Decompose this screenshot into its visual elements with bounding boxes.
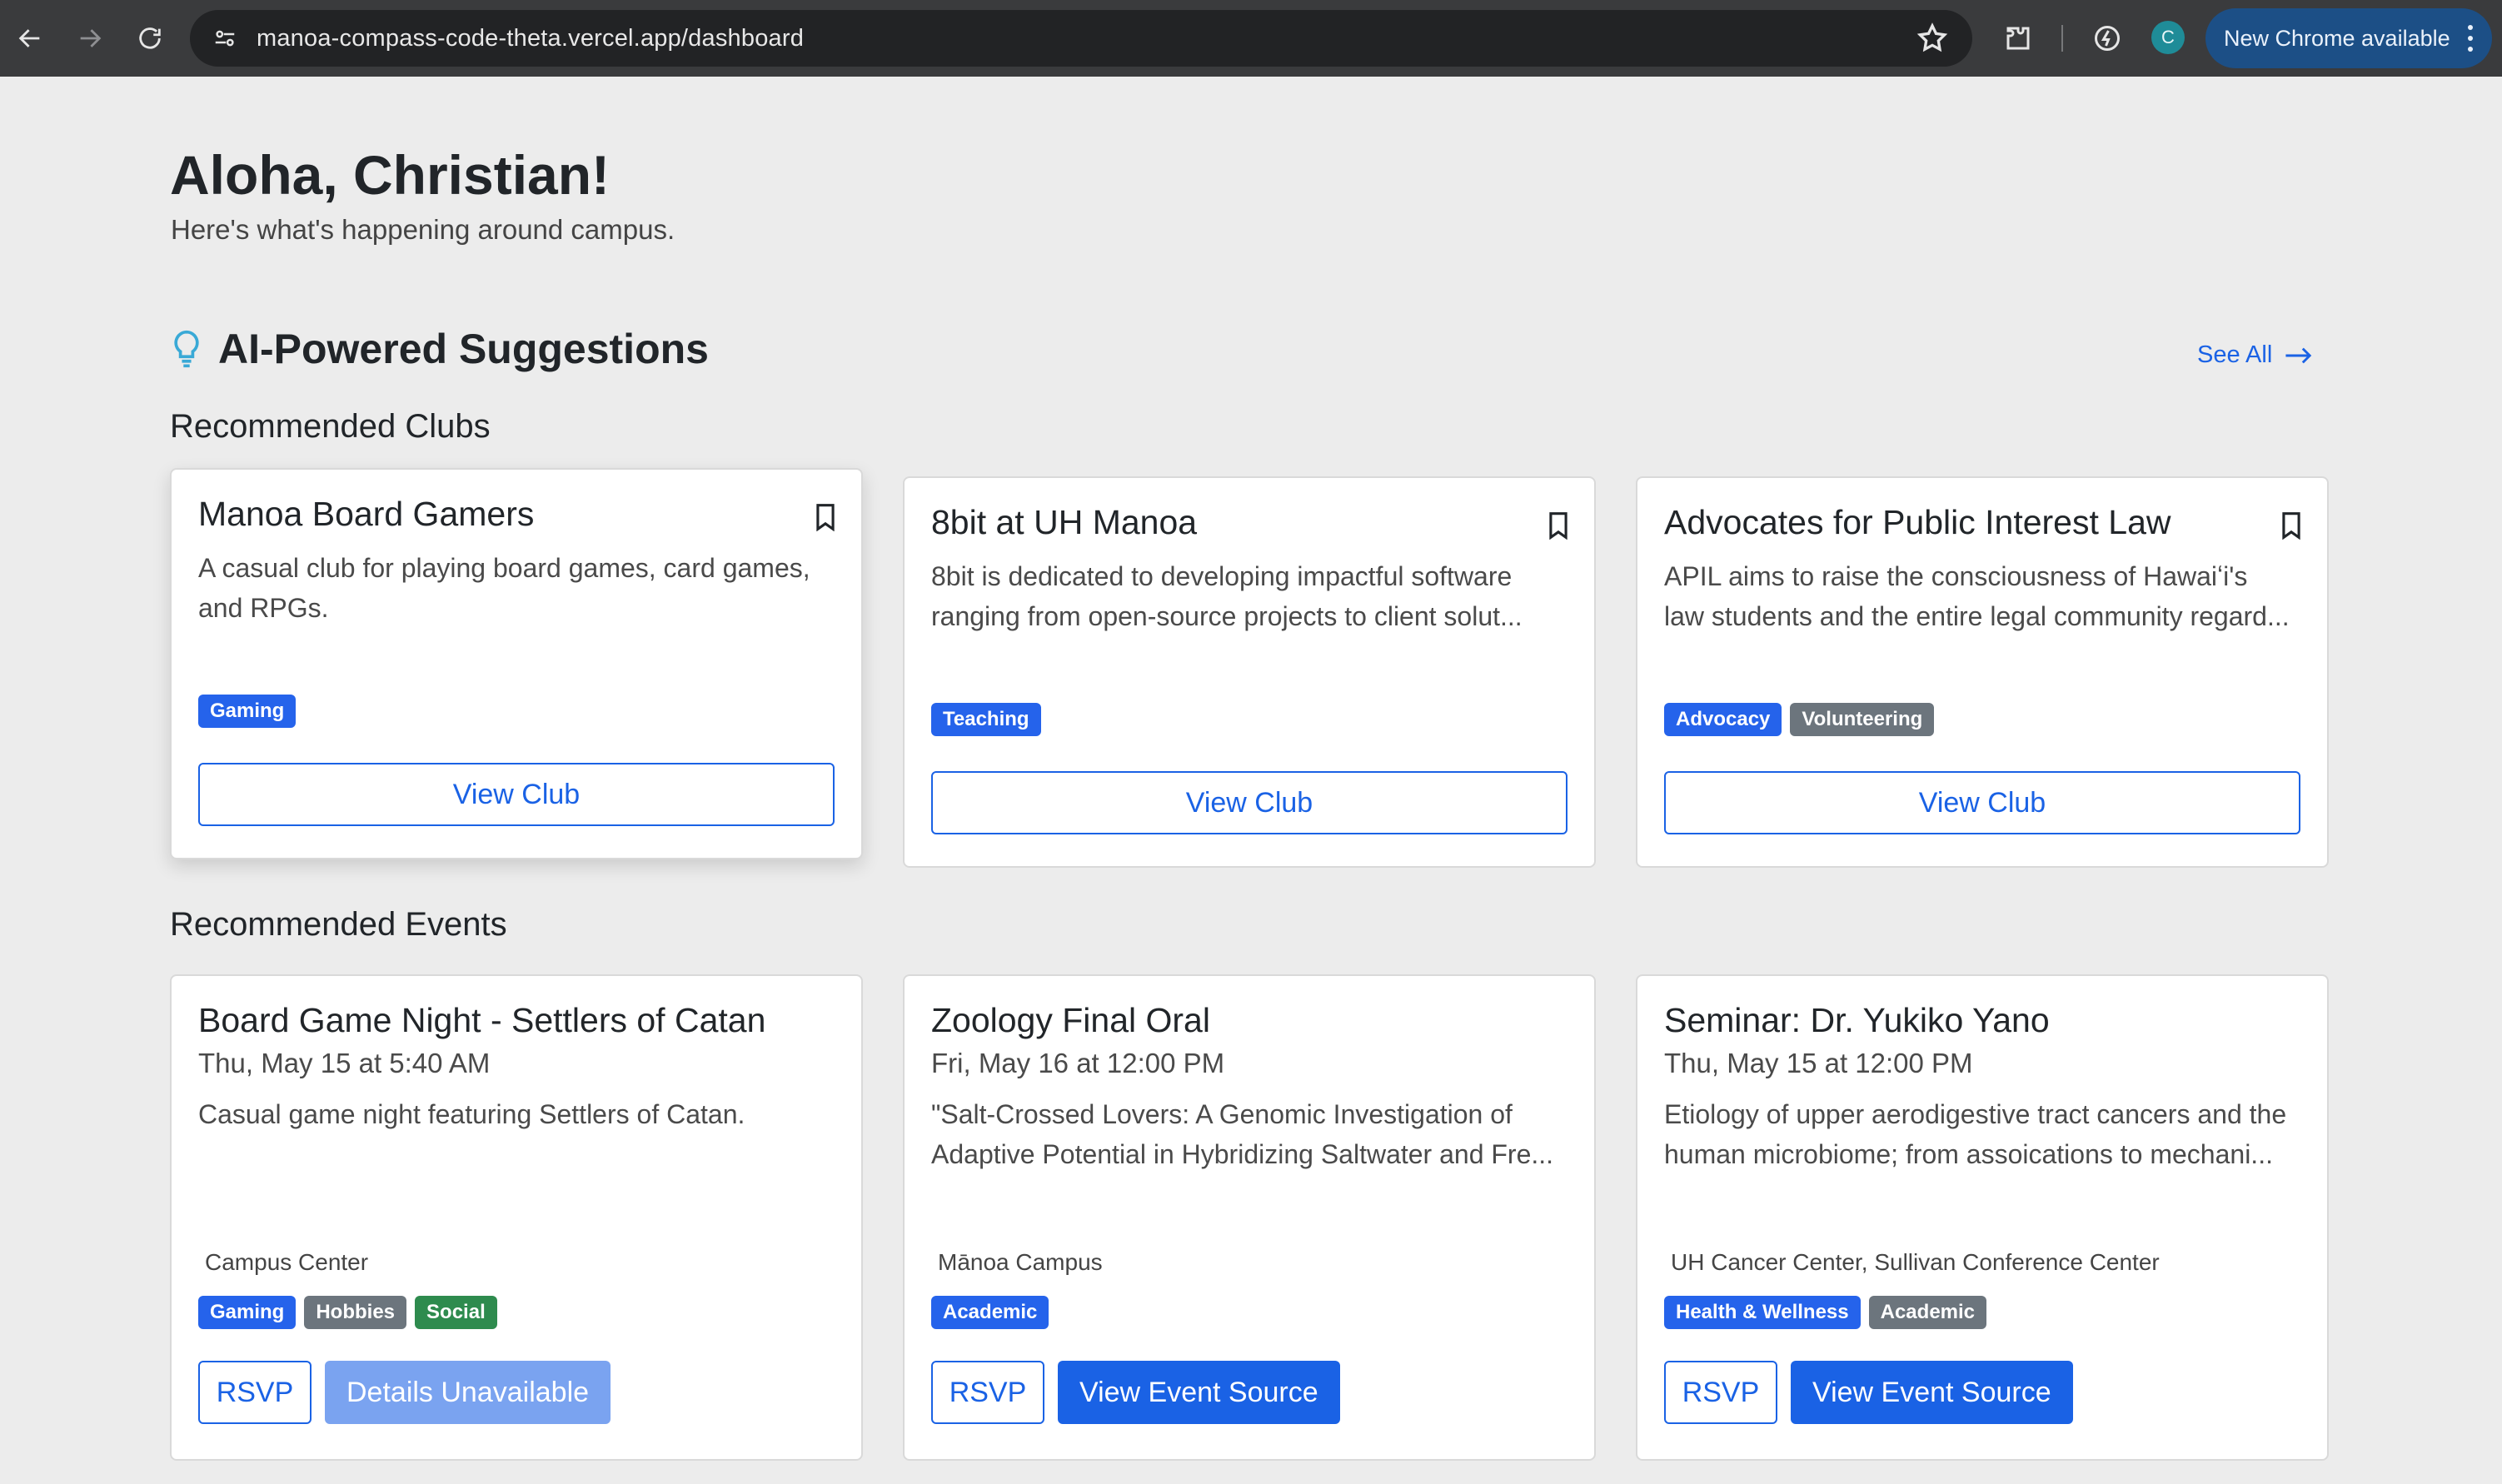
event-tags: Academic <box>931 1296 1049 1329</box>
browser-toolbar: manoa-compass-code-theta.vercel.app/dash… <box>0 0 2502 77</box>
view-event-source-button[interactable]: View Event Source <box>1791 1361 2073 1424</box>
reload-icon <box>139 27 161 49</box>
view-event-source-button[interactable]: View Event Source <box>1058 1361 1340 1424</box>
view-club-button[interactable]: View Club <box>198 763 835 826</box>
club-name: Advocates for Public Interest Law <box>1664 503 2171 541</box>
event-location: Mānoa Campus <box>938 1249 1103 1275</box>
club-description: A casual club for playing board games, c… <box>198 553 810 623</box>
event-actions: RSVP Details Unavailable <box>198 1361 611 1424</box>
page-title: Aloha, Christian! <box>170 144 611 206</box>
details-unavailable-button[interactable]: Details Unavailable <box>325 1361 611 1424</box>
event-actions: RSVP View Event Source <box>931 1361 1340 1424</box>
tag-badge: Gaming <box>198 695 297 728</box>
rsvp-button[interactable]: RSVP <box>198 1361 312 1424</box>
back-button[interactable] <box>0 0 60 77</box>
tag-badge: Teaching <box>931 703 1041 736</box>
club-tags: Teaching <box>931 703 1041 736</box>
event-actions: RSVP View Event Source <box>1664 1361 2073 1424</box>
view-club-button[interactable]: View Club <box>931 771 1567 834</box>
tag-badge: Academic <box>931 1296 1049 1329</box>
event-date: Thu, May 15 at 12:00 PM <box>1664 1048 1973 1078</box>
event-date: Fri, May 16 at 12:00 PM <box>931 1048 1225 1078</box>
club-card: 8bit at UH Manoa 8bit is dedicated to de… <box>903 476 1596 868</box>
rsvp-button[interactable]: RSVP <box>1664 1361 1777 1424</box>
event-location: UH Cancer Center, Sullivan Conference Ce… <box>1671 1249 2160 1275</box>
event-date: Thu, May 15 at 5:40 AM <box>198 1048 491 1078</box>
club-description: APIL aims to raise the consciousness of … <box>1664 561 2290 631</box>
bookmark-icon[interactable] <box>2280 511 2302 540</box>
event-description: Casual game night featuring Settlers of … <box>198 1099 745 1129</box>
club-card: Manoa Board Gamers A casual club for pla… <box>170 468 863 859</box>
recommended-clubs-heading: Recommended Clubs <box>170 408 491 445</box>
bookmark-icon[interactable] <box>815 503 836 531</box>
recommended-events-heading: Recommended Events <box>170 906 507 943</box>
url-text[interactable]: manoa-compass-code-theta.vercel.app/dash… <box>257 25 804 52</box>
suggestions-header: AI-Powered Suggestions <box>170 325 709 373</box>
event-card: Zoology Final Oral Fri, May 16 at 12:00 … <box>903 974 1596 1461</box>
bookmark-icon[interactable] <box>1548 511 1569 540</box>
lightbulb-icon <box>174 330 199 368</box>
event-tags: Health & Wellness Academic <box>1664 1296 1987 1329</box>
see-all-link[interactable]: See All <box>2197 341 2314 369</box>
tag-badge: Health & Wellness <box>1664 1296 1861 1329</box>
event-description: "Salt-Crossed Lovers: A Genomic Investig… <box>931 1099 1554 1169</box>
see-all-label: See All <box>2197 341 2273 368</box>
bookmark-star-icon[interactable] <box>1916 22 1949 55</box>
suggestions-title: AI-Powered Suggestions <box>218 326 709 372</box>
club-description: 8bit is dedicated to developing impactfu… <box>931 561 1523 631</box>
event-title: Seminar: Dr. Yukiko Yano <box>1664 1001 2050 1039</box>
event-tags: Gaming Hobbies Social <box>198 1296 497 1329</box>
tag-badge: Volunteering <box>1790 703 1935 736</box>
club-name: Manoa Board Gamers <box>198 495 535 533</box>
tag-badge: Hobbies <box>304 1296 407 1329</box>
arrow-right-icon <box>2285 347 2312 363</box>
club-card: Advocates for Public Interest Law APIL a… <box>1636 476 2329 868</box>
update-label: New Chrome available <box>2224 25 2450 51</box>
view-club-button[interactable]: View Club <box>1664 771 2300 834</box>
event-card: Board Game Night - Settlers of Catan Thu… <box>170 974 863 1461</box>
profile-avatar[interactable]: C <box>2151 21 2185 54</box>
tag-badge: Academic <box>1868 1296 1987 1329</box>
dashboard-page: Aloha, Christian! Here's what's happenin… <box>0 77 2502 1484</box>
event-title: Board Game Night - Settlers of Catan <box>198 1001 766 1039</box>
club-tags: Advocacy Volunteering <box>1664 703 1935 736</box>
club-tags: Gaming <box>198 695 297 728</box>
tag-badge: Social <box>415 1296 497 1329</box>
address-bar[interactable]: manoa-compass-code-theta.vercel.app/dash… <box>190 10 1972 67</box>
reload-button[interactable] <box>120 0 180 77</box>
forward-button[interactable] <box>60 0 120 77</box>
toolbar-divider <box>2061 25 2063 52</box>
tag-badge: Gaming <box>198 1296 297 1329</box>
extensions-puzzle-icon[interactable] <box>2000 20 2036 57</box>
site-info-icon[interactable] <box>197 10 253 67</box>
event-location: Campus Center <box>205 1249 369 1275</box>
event-title: Zoology Final Oral <box>931 1001 1210 1039</box>
club-name: 8bit at UH Manoa <box>931 503 1198 541</box>
chrome-update-button[interactable]: New Chrome available <box>2205 8 2492 68</box>
event-description: Etiology of upper aerodigestive tract ca… <box>1664 1099 2287 1169</box>
arrow-right-icon <box>80 29 102 47</box>
arrow-left-icon <box>18 29 40 47</box>
page-subtitle: Here's what's happening around campus. <box>171 214 675 245</box>
tag-badge: Advocacy <box>1664 703 1782 736</box>
more-menu-icon[interactable] <box>2467 25 2474 52</box>
performance-icon[interactable] <box>2089 20 2126 57</box>
event-card: Seminar: Dr. Yukiko Yano Thu, May 15 at … <box>1636 974 2329 1461</box>
rsvp-button[interactable]: RSVP <box>931 1361 1044 1424</box>
